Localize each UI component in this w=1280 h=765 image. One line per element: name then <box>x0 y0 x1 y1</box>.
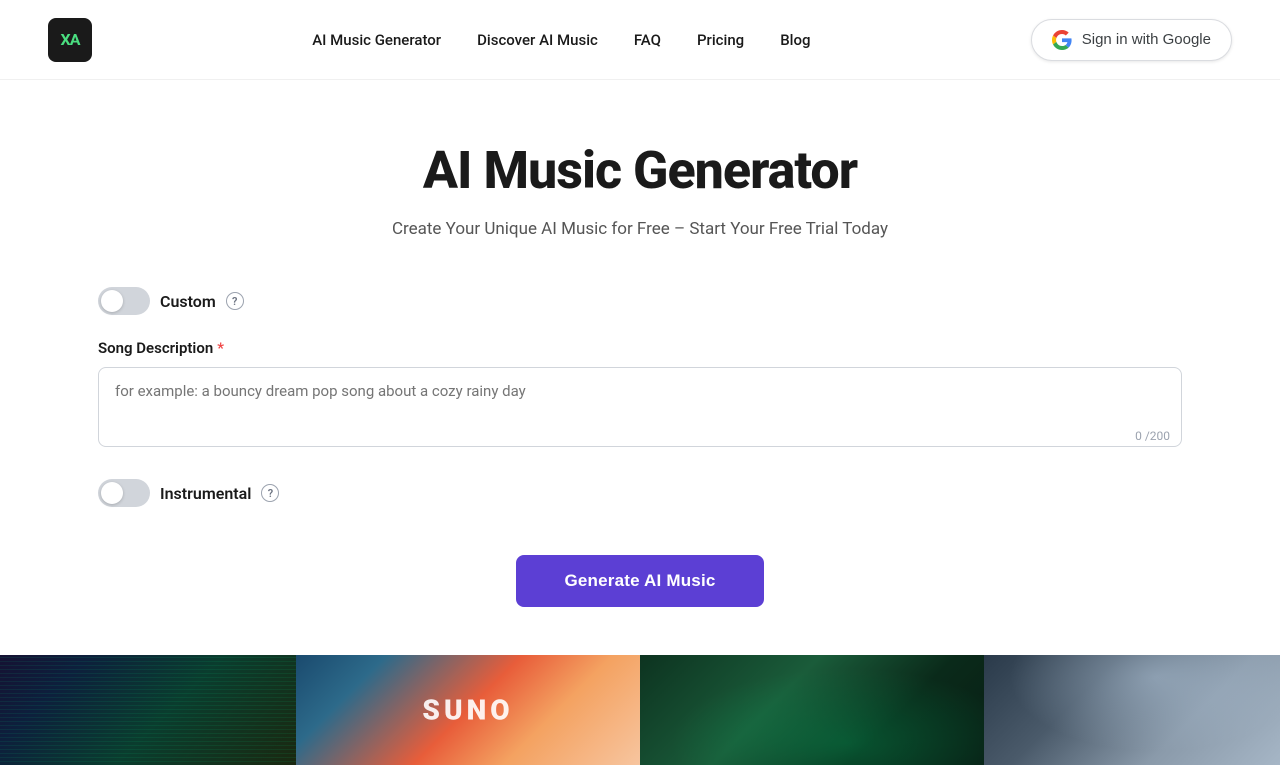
gallery-item-4 <box>984 655 1280 765</box>
generate-button[interactable]: Generate AI Music <box>516 555 763 607</box>
gallery-row <box>0 655 1280 765</box>
gallery-image-4 <box>984 655 1280 765</box>
sign-in-button[interactable]: Sign in with Google <box>1031 19 1232 61</box>
instrumental-slider <box>98 479 150 507</box>
instrumental-toggle-row: Instrumental ? <box>98 479 1182 507</box>
instrumental-label: Instrumental <box>160 484 251 503</box>
textarea-wrapper: 0 /200 <box>98 367 1182 451</box>
required-indicator: * <box>217 339 224 357</box>
custom-slider <box>98 287 150 315</box>
nav-item-discover-ai-music[interactable]: Discover AI Music <box>477 31 598 49</box>
hero-subtitle: Create Your Unique AI Music for Free – S… <box>98 219 1182 239</box>
gallery-image-2 <box>296 655 640 765</box>
logo[interactable]: XA <box>48 18 92 62</box>
gallery-image-1 <box>0 655 296 765</box>
song-description-field: Song Description * 0 /200 <box>98 339 1182 451</box>
custom-help-icon[interactable]: ? <box>226 292 244 310</box>
nav-item-pricing[interactable]: Pricing <box>697 31 744 49</box>
custom-toggle[interactable] <box>98 287 150 315</box>
gallery-item-1 <box>0 655 296 765</box>
instrumental-help-icon[interactable]: ? <box>261 484 279 502</box>
main-content: AI Music Generator Create Your Unique AI… <box>50 80 1230 607</box>
char-count: 0 /200 <box>1135 429 1170 443</box>
custom-toggle-row: Custom ? <box>98 287 1182 315</box>
site-header: XA AI Music Generator Discover AI Music … <box>0 0 1280 80</box>
google-icon <box>1052 30 1072 50</box>
gallery-item-2 <box>296 655 640 765</box>
generate-btn-wrapper: Generate AI Music <box>98 555 1182 607</box>
instrumental-toggle[interactable] <box>98 479 150 507</box>
logo-box: XA <box>48 18 92 62</box>
song-description-textarea[interactable] <box>98 367 1182 447</box>
nav-item-blog[interactable]: Blog <box>780 31 810 49</box>
custom-label: Custom <box>160 292 216 311</box>
page-title: AI Music Generator <box>98 140 1182 201</box>
gallery-image-3 <box>640 655 984 765</box>
nav-item-faq[interactable]: FAQ <box>634 31 661 49</box>
main-nav: AI Music Generator Discover AI Music FAQ… <box>312 31 810 49</box>
sign-in-label: Sign in with Google <box>1082 31 1211 48</box>
song-description-label: Song Description * <box>98 339 1182 357</box>
nav-item-ai-music-generator[interactable]: AI Music Generator <box>312 31 441 49</box>
gallery-item-3 <box>640 655 984 765</box>
